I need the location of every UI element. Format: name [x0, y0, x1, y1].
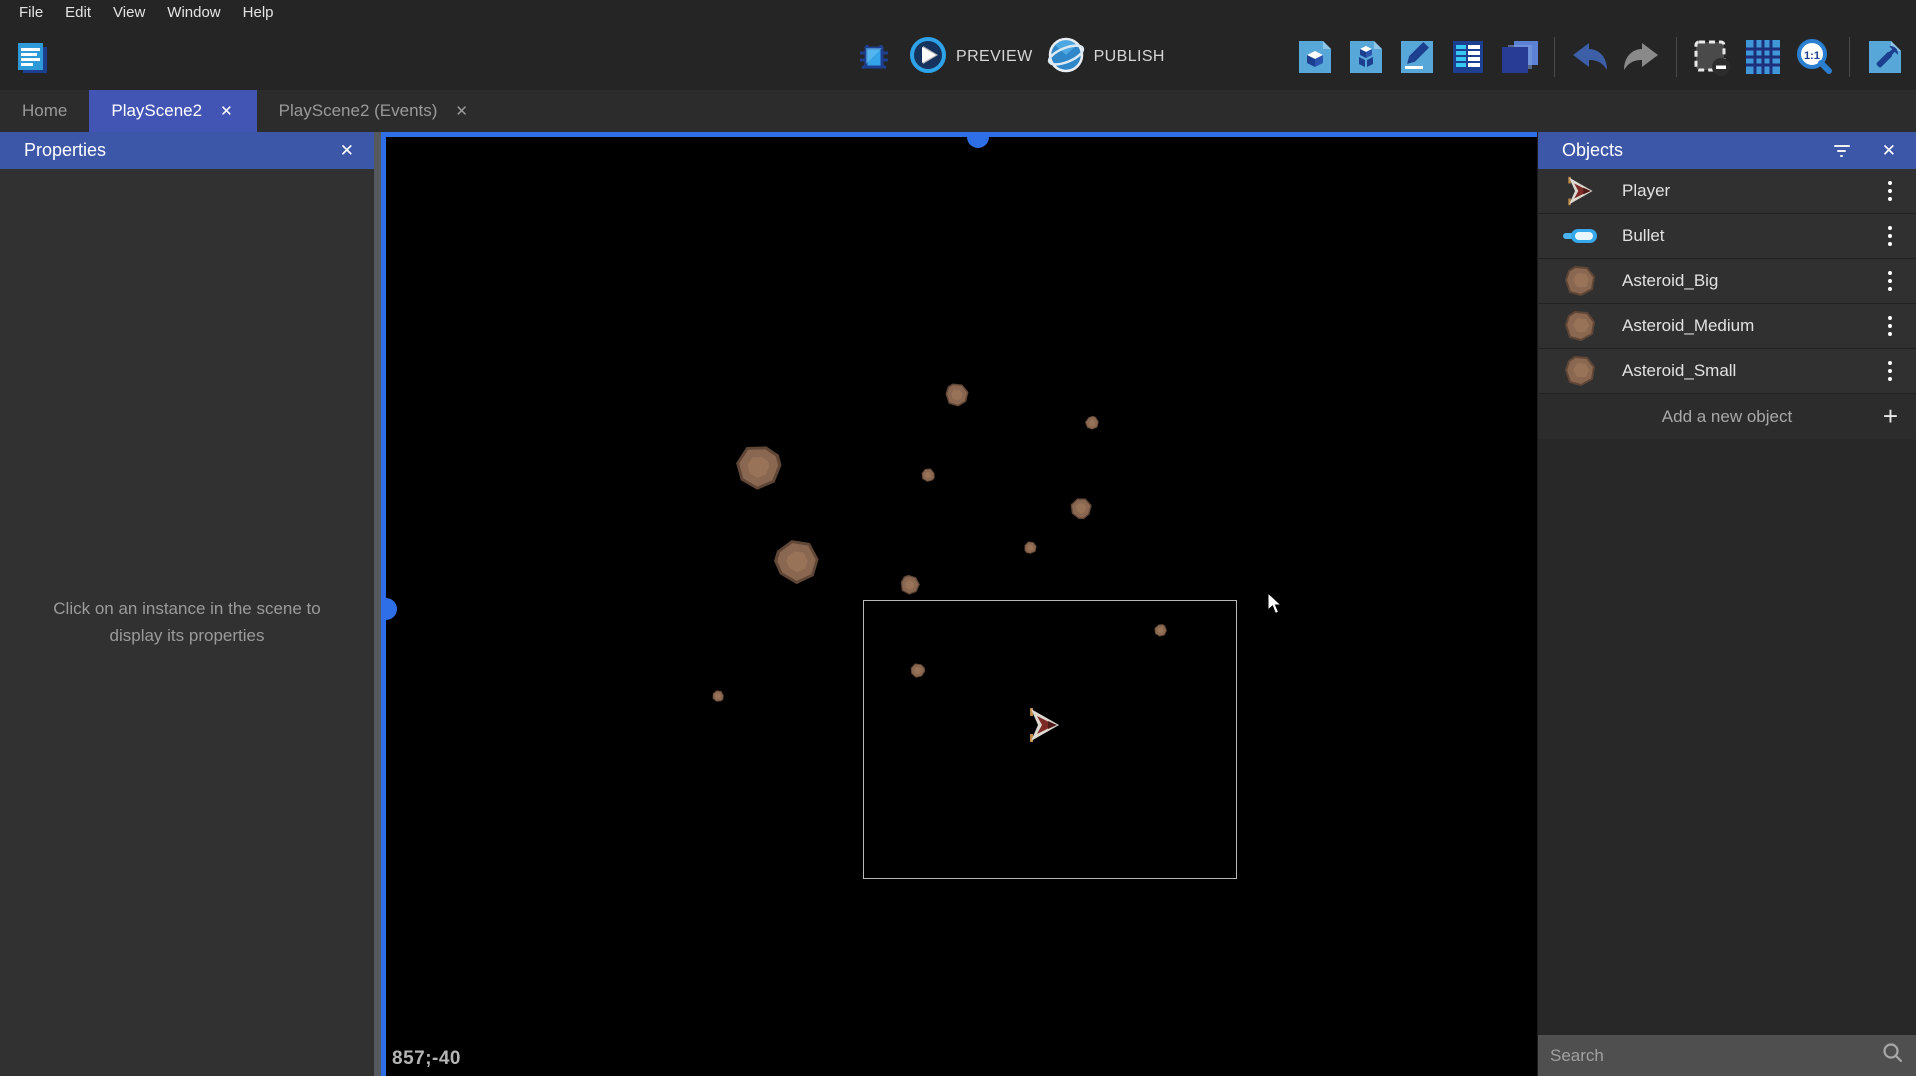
mouse-cursor [1267, 592, 1285, 621]
object-row-asteroid_medium[interactable]: Asteroid_Medium [1538, 304, 1916, 349]
layers-icon[interactable] [1498, 36, 1540, 78]
tab-playscene2[interactable]: PlayScene2 ✕ [89, 90, 256, 132]
menu-item-edit[interactable]: Edit [54, 2, 102, 23]
object-row-player[interactable]: Player [1538, 169, 1916, 214]
object-name-label: Player [1622, 181, 1670, 201]
asteroid-instance[interactable] [730, 439, 787, 496]
grid-icon[interactable] [1742, 36, 1784, 78]
object-name-label: Bullet [1622, 226, 1665, 246]
properties-panel-title: Properties [24, 140, 106, 161]
object-menu-icon[interactable] [1884, 357, 1896, 385]
publish-globe-icon [1047, 36, 1085, 79]
asteroid-instance[interactable] [1023, 540, 1037, 554]
object-menu-icon[interactable] [1884, 222, 1896, 250]
project-manager-icon[interactable] [10, 36, 52, 78]
object-name-label: Asteroid_Big [1622, 271, 1718, 291]
gdevelop-window: FileEditViewWindowHelp [0, 0, 1916, 1076]
properties-panel-header: Properties ✕ [0, 132, 374, 169]
properties-panel-body: Click on an instance in the scene to dis… [0, 169, 374, 1076]
tab-playscene2-events[interactable]: PlayScene2 (Events) ✕ [257, 90, 492, 132]
objects-list: Player Bullet Asteroid_Big Asteroid_Medi… [1538, 169, 1916, 394]
filter-icon[interactable] [1834, 145, 1850, 157]
object-menu-icon[interactable] [1884, 312, 1896, 340]
bullet-icon [1538, 226, 1622, 246]
properties-empty-message: Click on an instance in the scene to dis… [42, 596, 332, 649]
object-menu-icon[interactable] [1884, 267, 1896, 295]
canvas-left-resize-handle[interactable] [386, 598, 397, 620]
build-settings-icon[interactable] [1864, 36, 1906, 78]
objects-panel-header: Objects ✕ [1538, 132, 1916, 169]
instances-list-icon[interactable] [1447, 36, 1489, 78]
asteroid-instance[interactable] [898, 573, 921, 596]
tab-label: Home [22, 101, 67, 121]
object-name-label: Asteroid_Small [1622, 361, 1736, 381]
menu-bar: FileEditViewWindowHelp [0, 0, 1916, 24]
asteroid-instance[interactable] [1066, 493, 1096, 523]
menu-item-window[interactable]: Window [156, 2, 231, 23]
asteroid-instance[interactable] [711, 689, 725, 703]
objects-close-icon[interactable]: ✕ [1876, 139, 1902, 163]
asteroid-icon [1538, 311, 1622, 341]
preview-button[interactable]: PREVIEW [909, 36, 1033, 79]
objects-panel-title: Objects [1562, 140, 1623, 161]
object-row-bullet[interactable]: Bullet [1538, 214, 1916, 259]
objects-panel: Objects ✕ Player Bullet Asteroid_Big Ast… [1537, 132, 1916, 1076]
debug-icon[interactable] [853, 36, 895, 78]
menu-item-help[interactable]: Help [232, 2, 285, 23]
search-icon [1882, 1042, 1904, 1069]
add-object-label: Add a new object [1662, 407, 1792, 427]
add-object-plus-icon[interactable]: + [1883, 401, 1898, 432]
edit-scene-icon[interactable] [1294, 36, 1336, 78]
tab-label: PlayScene2 (Events) [279, 101, 438, 121]
toolbar-divider [1554, 37, 1555, 77]
tab-home[interactable]: Home [0, 90, 89, 132]
toolbar-divider [1849, 37, 1850, 77]
tab-close-icon[interactable]: ✕ [218, 100, 235, 122]
main-toolbar: PREVIEW PUBLISH [0, 24, 1916, 90]
object-menu-icon[interactable] [1884, 177, 1896, 205]
cursor-coordinates-label: 857;-40 [392, 1048, 461, 1070]
edit-objects-icon[interactable] [1345, 36, 1387, 78]
redo-icon[interactable] [1620, 36, 1662, 78]
object-search-input[interactable] [1550, 1046, 1882, 1066]
edit-properties-icon[interactable] [1396, 36, 1438, 78]
player-ship-instance[interactable] [1027, 707, 1061, 748]
zoom-one-to-one-icon[interactable]: 1:1 [1793, 36, 1835, 78]
undo-icon[interactable] [1569, 36, 1611, 78]
player-ship-icon [1538, 176, 1622, 206]
tab-label: PlayScene2 [111, 101, 202, 121]
svg-text:1:1: 1:1 [1804, 50, 1820, 62]
properties-panel: Properties ✕ Click on an instance in the… [0, 132, 374, 1076]
asteroid-icon [1538, 356, 1622, 386]
publish-label: PUBLISH [1094, 48, 1165, 66]
scene-canvas[interactable]: 857;-40 [381, 132, 1537, 1076]
object-search-bar [1538, 1035, 1916, 1076]
properties-close-icon[interactable]: ✕ [334, 139, 360, 163]
asteroid-instance[interactable] [765, 529, 829, 593]
asteroid-icon [1538, 266, 1622, 296]
panel-resize-gutter[interactable] [374, 132, 381, 1076]
publish-button[interactable]: PUBLISH [1047, 36, 1165, 79]
object-name-label: Asteroid_Medium [1622, 316, 1754, 336]
object-row-asteroid_big[interactable]: Asteroid_Big [1538, 259, 1916, 304]
tab-bar: Home PlayScene2 ✕ PlayScene2 (Events) ✕ [0, 90, 1916, 132]
toolbar-divider [1676, 37, 1677, 77]
object-row-asteroid_small[interactable]: Asteroid_Small [1538, 349, 1916, 394]
preview-label: PREVIEW [956, 48, 1033, 66]
menu-item-view[interactable]: View [102, 2, 156, 23]
canvas-top-resize-handle[interactable] [967, 137, 989, 148]
asteroid-instance[interactable] [1082, 413, 1102, 433]
mask-icon[interactable] [1691, 36, 1733, 78]
add-object-row[interactable]: Add a new object + [1538, 394, 1916, 439]
preview-play-icon [909, 36, 947, 79]
tab-close-icon[interactable]: ✕ [453, 100, 470, 122]
menu-item-file[interactable]: File [8, 2, 54, 23]
asteroid-instance[interactable] [919, 466, 937, 484]
asteroid-instance[interactable] [945, 383, 969, 407]
